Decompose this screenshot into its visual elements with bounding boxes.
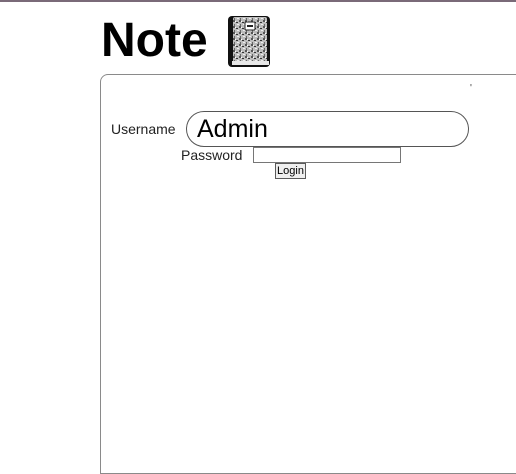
notebook-icon (228, 16, 270, 67)
username-input[interactable] (186, 111, 469, 147)
username-label: Username (111, 121, 176, 137)
login-button[interactable]: Login (275, 163, 306, 179)
password-input[interactable] (253, 147, 401, 163)
password-label: Password (181, 147, 243, 163)
page-title: Note (101, 14, 208, 67)
top-border (0, 0, 516, 2)
corner-mark: ' (470, 83, 472, 94)
